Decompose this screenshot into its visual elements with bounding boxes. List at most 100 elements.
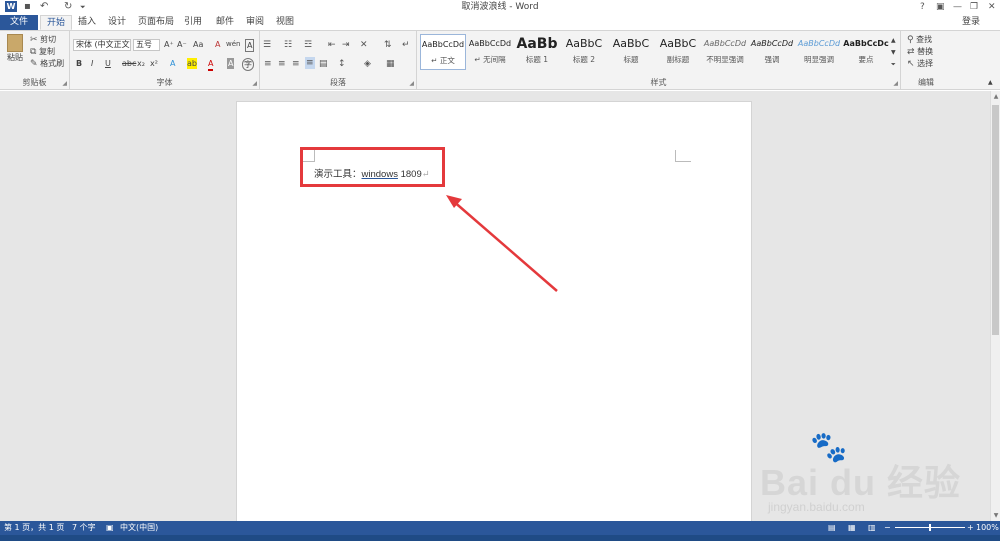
tab-design[interactable]: 设计 bbox=[102, 15, 132, 30]
phonetic-guide-button[interactable]: wén bbox=[226, 39, 240, 50]
style-normal[interactable]: AaBbCcDd ↵ 正文 bbox=[420, 34, 466, 70]
tab-file[interactable]: 文件 bbox=[0, 15, 38, 30]
underline-button[interactable]: U bbox=[105, 58, 111, 69]
font-size-select[interactable]: 五号 bbox=[133, 39, 160, 51]
clear-format-button[interactable]: A bbox=[215, 39, 220, 50]
justify-button[interactable]: ≡ bbox=[305, 57, 315, 69]
help-icon[interactable]: ? bbox=[920, 0, 925, 14]
restore-icon[interactable]: ❐ bbox=[970, 0, 978, 14]
line-spacing-button[interactable]: ↕ bbox=[338, 58, 346, 70]
style-subtle-emphasis[interactable]: AaBbCcDd 不明显强调 bbox=[702, 34, 748, 70]
cut-label: 剪切 bbox=[40, 35, 57, 44]
style-heading-1[interactable]: AaBb 标题 1 bbox=[514, 34, 560, 70]
enclose-char-button[interactable]: 字 bbox=[242, 58, 254, 71]
align-center-button[interactable]: ≡ bbox=[278, 58, 286, 70]
superscript-button[interactable]: x² bbox=[150, 58, 158, 69]
copy-label: 复制 bbox=[38, 47, 55, 56]
find-button[interactable]: ⚲ 查找 bbox=[907, 34, 932, 46]
ribbon-display-icon[interactable]: ▣ bbox=[936, 0, 945, 14]
change-case-button[interactable]: Aa bbox=[193, 39, 203, 50]
style-subtitle[interactable]: AaBbC 副标题 bbox=[655, 34, 701, 70]
distributed-button[interactable]: ▤ bbox=[319, 58, 328, 70]
scroll-up-icon[interactable]: ▲ bbox=[991, 93, 1000, 100]
scroll-down-icon[interactable]: ▼ bbox=[991, 512, 1000, 519]
clipboard-launcher-icon[interactable]: ◢ bbox=[62, 80, 67, 87]
paragraph-launcher-icon[interactable]: ◢ bbox=[409, 80, 414, 87]
scissors-icon: ✂ bbox=[30, 35, 38, 45]
paragraph-group: ☰ ☷ ☲ ⇤ ⇥ ✕ ⇅ ↵ ≡ ≡ ≡ ≡ ▤ ↕ ◈ ▦ 段落 ◢ bbox=[260, 31, 417, 89]
bold-button[interactable]: B bbox=[76, 58, 82, 69]
web-layout-icon[interactable]: ▥ bbox=[868, 521, 876, 535]
align-center-icon: ≡ bbox=[278, 59, 286, 69]
tab-mailings[interactable]: 邮件 bbox=[210, 15, 240, 30]
tab-layout[interactable]: 页面布局 bbox=[132, 15, 180, 30]
format-painter-button[interactable]: ✎ 格式刷 bbox=[30, 58, 64, 70]
style-sample: AaBbCcDd bbox=[703, 39, 747, 48]
tab-references[interactable]: 引用 bbox=[178, 15, 208, 30]
collapse-ribbon-icon[interactable]: ▲ bbox=[988, 77, 993, 88]
styles-launcher-icon[interactable]: ◢ bbox=[893, 80, 898, 87]
style-no-spacing[interactable]: AaBbCcDd ↵ 无间隔 bbox=[467, 34, 513, 70]
chinese-layout-icon: ✕ bbox=[360, 40, 368, 50]
styles-scroll-down-icon[interactable]: ▼ bbox=[891, 47, 896, 58]
char-shading-button[interactable]: A bbox=[227, 58, 235, 69]
style-strong[interactable]: AaBbCcDc 要点 bbox=[843, 34, 889, 70]
style-intense-emphasis[interactable]: AaBbCcDd 明显强调 bbox=[796, 34, 842, 70]
word-count[interactable]: 7 个字 bbox=[72, 521, 96, 535]
paint-bucket-icon: ◈ bbox=[364, 59, 371, 69]
align-right-button[interactable]: ≡ bbox=[292, 58, 300, 70]
sort-button[interactable]: ⇅ bbox=[384, 39, 392, 51]
style-heading-2[interactable]: AaBbC 标题 2 bbox=[561, 34, 607, 70]
shrink-font-button[interactable]: A⁻ bbox=[177, 39, 187, 50]
tab-home[interactable]: 开始 bbox=[40, 15, 73, 30]
login-link[interactable]: 登录 bbox=[962, 15, 980, 30]
page-count[interactable]: 第 1 页，共 1 页 bbox=[4, 521, 64, 535]
replace-button[interactable]: ⇄ 替换 bbox=[907, 46, 933, 58]
binoculars-icon: ⚲ bbox=[907, 35, 914, 45]
vertical-scrollbar[interactable]: ▲ ▼ bbox=[990, 91, 1000, 521]
highlight-button[interactable]: ab bbox=[187, 58, 197, 69]
minimize-icon[interactable]: — bbox=[953, 0, 962, 14]
borders-button[interactable]: ▦ bbox=[386, 58, 395, 70]
zoom-slider-thumb[interactable] bbox=[929, 524, 931, 531]
zoom-level[interactable]: 100% bbox=[976, 521, 999, 535]
bullets-button[interactable]: ☰ bbox=[263, 39, 271, 51]
language-indicator[interactable]: 中文(中国) bbox=[120, 521, 158, 535]
styles-more-icon[interactable]: ⏷ bbox=[891, 59, 896, 70]
tab-view[interactable]: 视图 bbox=[270, 15, 300, 30]
text-effects-button[interactable]: A bbox=[170, 58, 175, 69]
scroll-thumb[interactable] bbox=[992, 105, 999, 335]
char-border-button[interactable]: A bbox=[245, 39, 255, 52]
copy-button[interactable]: ⧉ 复制 bbox=[30, 46, 55, 58]
decrease-indent-button[interactable]: ⇤ bbox=[328, 39, 336, 51]
highlight-box bbox=[300, 147, 445, 187]
paste-button[interactable]: 粘贴 bbox=[4, 34, 26, 63]
font-color-button[interactable]: A bbox=[208, 58, 214, 71]
increase-indent-button[interactable]: ⇥ bbox=[342, 39, 350, 51]
close-icon[interactable]: ✕ bbox=[988, 0, 996, 14]
show-marks-button[interactable]: ↵ bbox=[402, 39, 410, 51]
cut-button[interactable]: ✂ 剪切 bbox=[30, 34, 56, 46]
tab-review[interactable]: 审阅 bbox=[240, 15, 270, 30]
print-layout-icon[interactable]: ▦ bbox=[848, 521, 856, 535]
zoom-in-button[interactable]: + bbox=[967, 521, 974, 535]
multilevel-list-button[interactable]: ☲ bbox=[304, 39, 312, 51]
numbering-button[interactable]: ☷ bbox=[284, 39, 292, 51]
chinese-layout-button[interactable]: ✕ bbox=[360, 39, 368, 51]
read-mode-icon[interactable]: ▤ bbox=[828, 521, 836, 535]
grow-font-button[interactable]: A⁺ bbox=[164, 39, 174, 50]
select-button[interactable]: ↖ 选择 bbox=[907, 58, 933, 70]
style-emphasis[interactable]: AaBbCcDd 强调 bbox=[749, 34, 795, 70]
styles-scroll-up-icon[interactable]: ▲ bbox=[891, 35, 896, 46]
tab-insert[interactable]: 插入 bbox=[72, 15, 102, 30]
font-family-select[interactable]: 宋体 (中文正文 bbox=[73, 39, 131, 51]
font-launcher-icon[interactable]: ◢ bbox=[252, 80, 257, 87]
subscript-button[interactable]: x₂ bbox=[137, 58, 145, 69]
shading-button[interactable]: ◈ bbox=[364, 58, 371, 70]
italic-button[interactable]: I bbox=[91, 58, 93, 69]
align-left-button[interactable]: ≡ bbox=[264, 58, 272, 70]
proofing-icon[interactable]: ▣ bbox=[106, 521, 114, 535]
zoom-out-button[interactable]: − bbox=[884, 521, 891, 535]
strikethrough-button[interactable]: abc bbox=[122, 58, 136, 69]
style-title[interactable]: AaBbC 标题 bbox=[608, 34, 654, 70]
